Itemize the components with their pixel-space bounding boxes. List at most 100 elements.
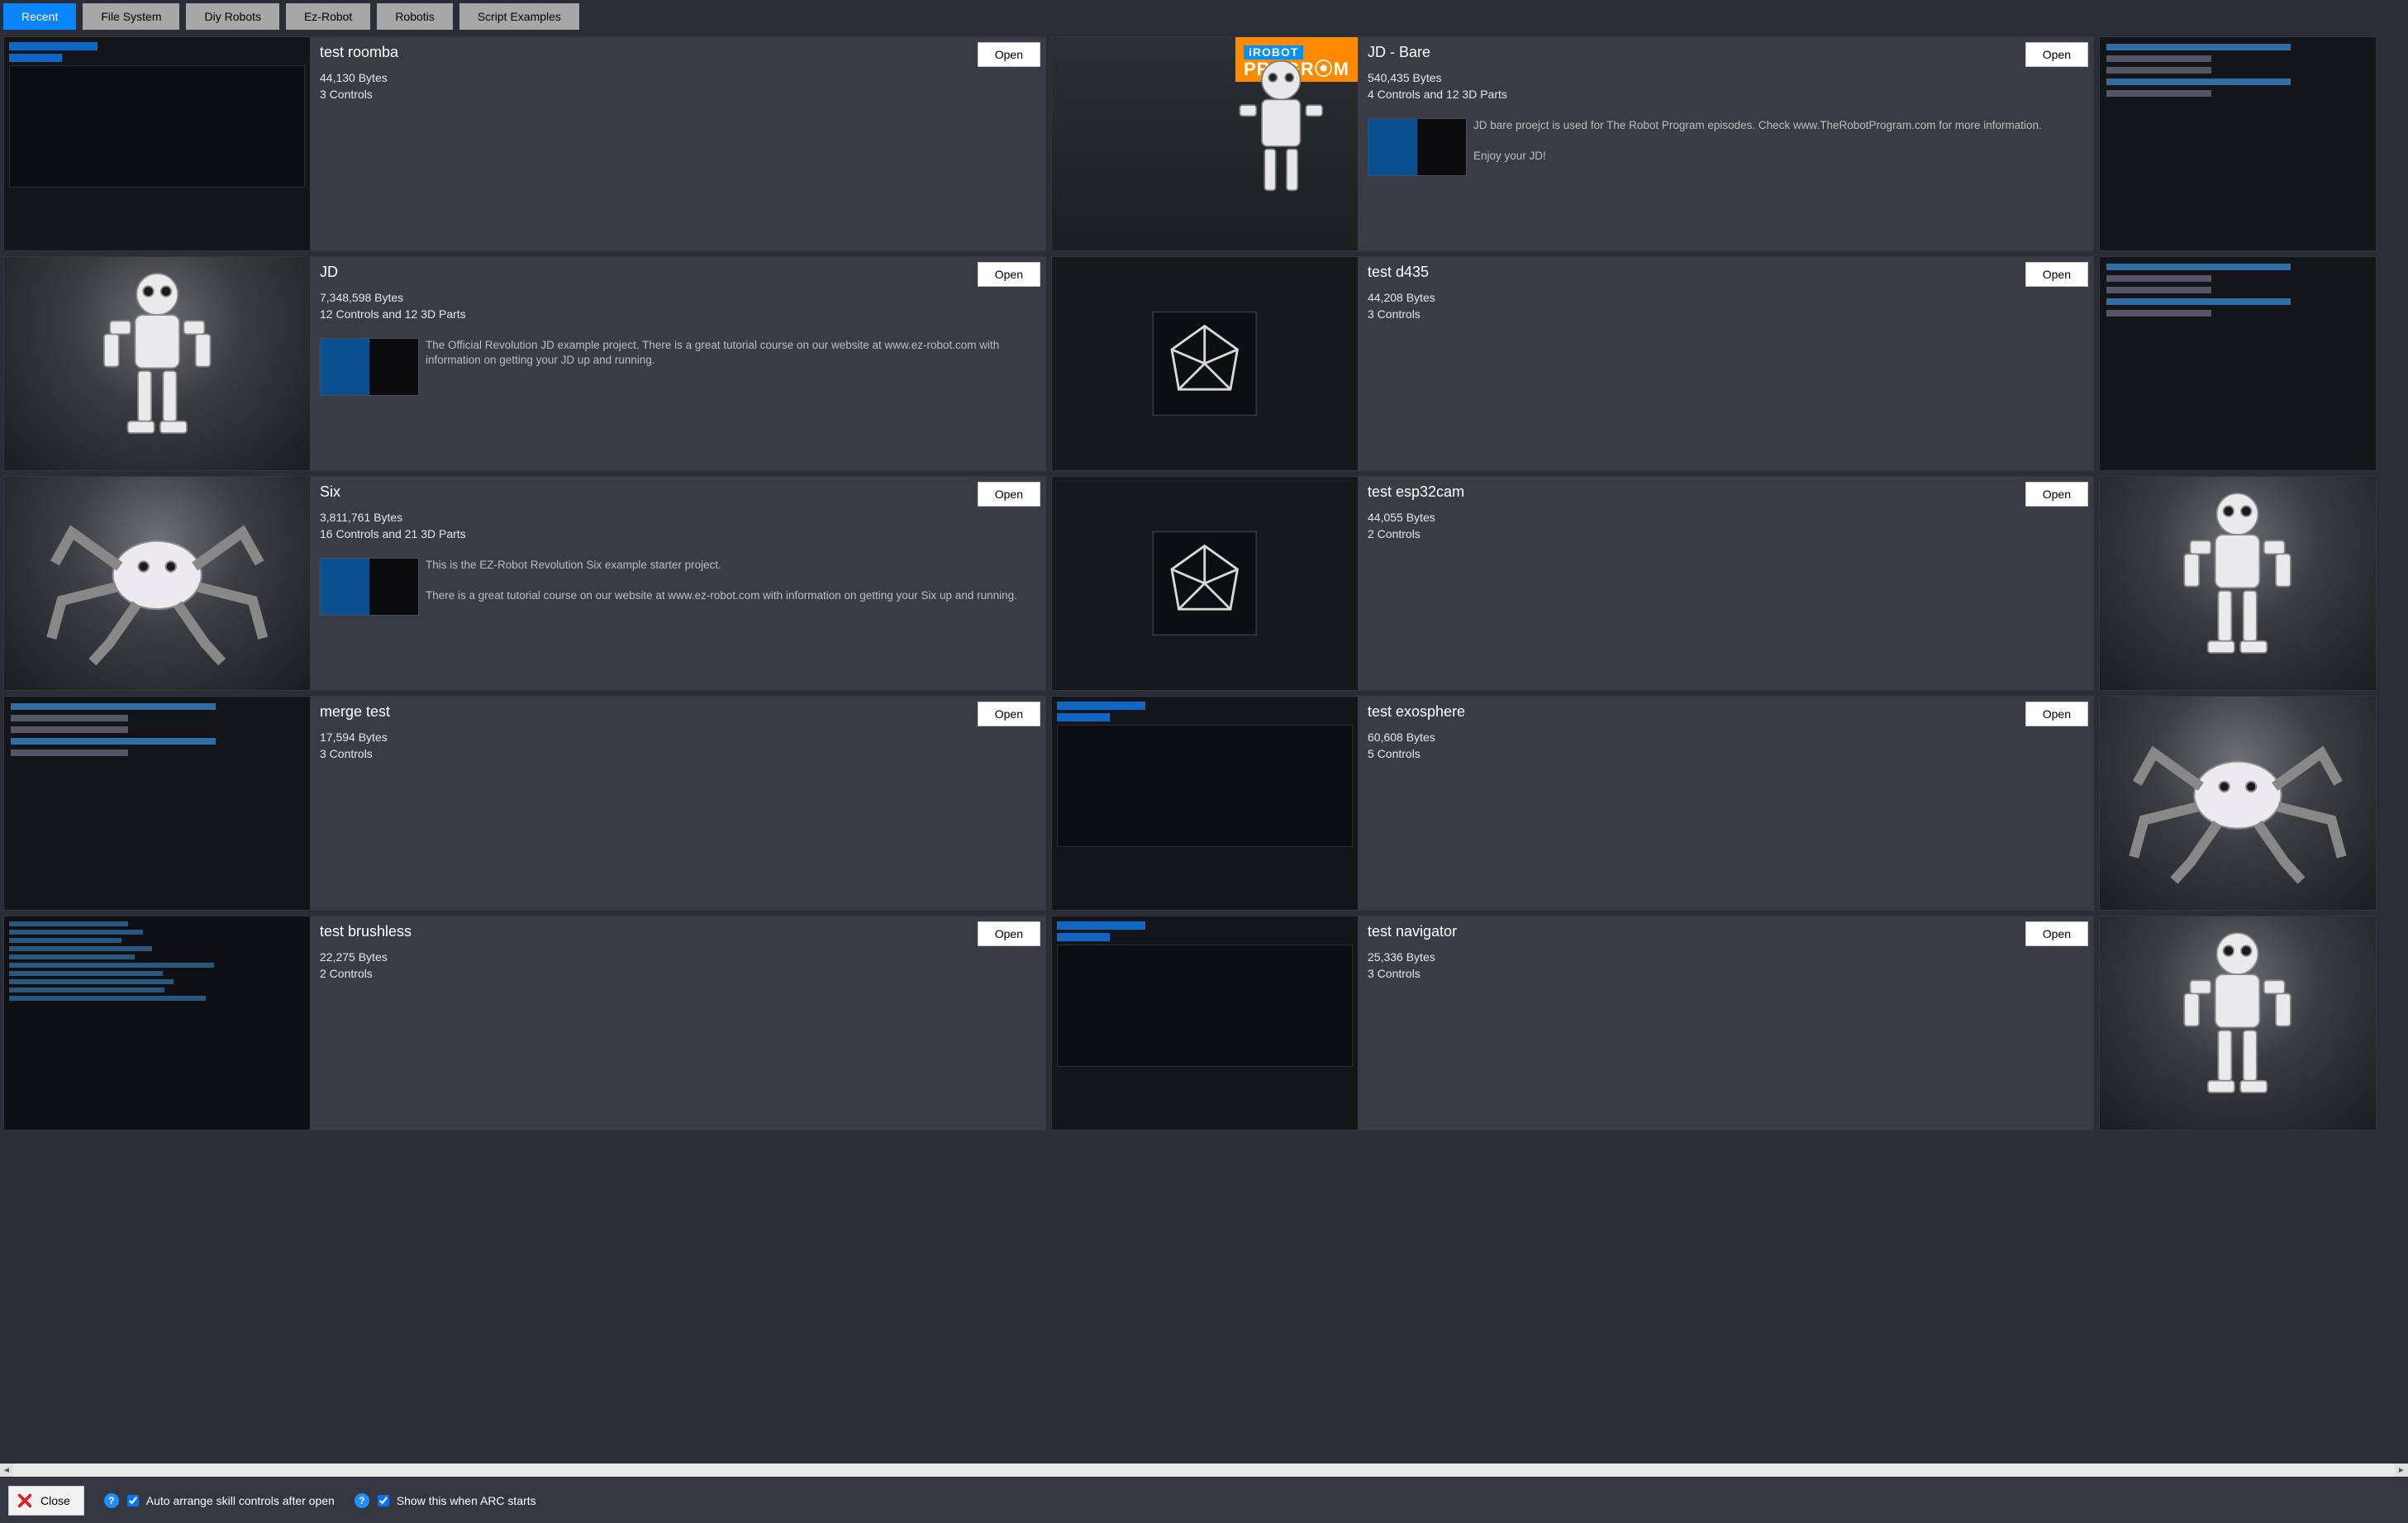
help-icon[interactable]: ? <box>355 1493 369 1508</box>
open-button[interactable]: Open <box>978 702 1040 726</box>
project-card[interactable]: test roomba 44,130 Bytes 3 Controls Open <box>3 36 1046 251</box>
project-size: 22,275 Bytes <box>320 949 1035 965</box>
footer-bar: Close ? Auto arrange skill controls afte… <box>0 1477 2408 1523</box>
project-controls: 5 Controls <box>1368 745 2083 762</box>
show-on-start-checkbox[interactable] <box>378 1495 389 1506</box>
project-title: test navigator <box>1368 923 2083 940</box>
help-icon[interactable]: ? <box>104 1493 119 1508</box>
project-thumbnail <box>2100 697 2376 910</box>
project-description: This is the EZ-Robot Revolution Six exam… <box>426 558 1017 605</box>
open-button[interactable]: Open <box>978 42 1040 67</box>
project-controls: 12 Controls and 12 3D Parts <box>320 306 1035 322</box>
project-info: Six 3,811,761 Bytes 16 Controls and 21 3… <box>310 477 1045 690</box>
project-size: 60,608 Bytes <box>1368 729 2083 745</box>
project-info: merge test 17,594 Bytes 3 Controls <box>310 697 1045 910</box>
option-show-on-start: ? Show this when ARC starts <box>355 1492 536 1509</box>
open-button[interactable]: Open <box>2025 921 2088 946</box>
open-button[interactable]: Open <box>2025 42 2088 67</box>
project-thumbnail: iROBOTPROGR⦿M <box>1052 37 1358 250</box>
project-card[interactable]: test d435 44,208 Bytes 3 Controls Open <box>1051 256 2094 471</box>
option-auto-arrange: ? Auto arrange skill controls after open <box>104 1492 335 1509</box>
open-button[interactable]: Open <box>2025 262 2088 287</box>
tab-diy-robots[interactable]: Diy Robots <box>186 3 278 30</box>
project-size: 540,435 Bytes <box>1368 69 2083 86</box>
tab-ez-robot[interactable]: Ez-Robot <box>286 3 370 30</box>
project-description: The Official Revolution JD example proje… <box>426 338 1035 369</box>
open-button[interactable]: Open <box>2025 482 2088 507</box>
close-label: Close <box>40 1494 70 1507</box>
project-thumbnail <box>1052 916 1358 1130</box>
project-title: Six <box>320 483 1035 501</box>
project-card[interactable]: JD 7,348,598 Bytes 12 Controls and 12 3D… <box>3 256 1046 471</box>
project-title: merge test <box>320 703 1035 721</box>
project-title: JD <box>320 264 1035 281</box>
open-button[interactable]: Open <box>978 482 1040 507</box>
project-card-partial[interactable] <box>2099 36 2377 251</box>
project-card[interactable]: Six 3,811,761 Bytes 16 Controls and 21 3… <box>3 476 1046 691</box>
project-controls: 3 Controls <box>1368 306 2083 322</box>
project-thumbnail <box>4 37 310 250</box>
project-size: 17,594 Bytes <box>320 729 1035 745</box>
open-button[interactable]: Open <box>978 921 1040 946</box>
project-card-partial[interactable] <box>2099 916 2377 1130</box>
project-description: JD bare proejct is used for The Robot Pr… <box>1473 118 2042 165</box>
project-title: test d435 <box>1368 264 2083 281</box>
project-thumbnail <box>2100 257 2376 470</box>
project-info: test navigator 25,336 Bytes 3 Controls <box>1358 916 2093 1130</box>
project-thumbnail <box>2100 916 2376 1130</box>
project-grid: test roomba 44,130 Bytes 3 Controls Open… <box>0 35 2408 1132</box>
scroll-right-arrow[interactable]: ► <box>2395 1464 2408 1477</box>
auto-arrange-checkbox[interactable] <box>127 1495 139 1506</box>
project-card[interactable]: iROBOTPROGR⦿M <box>1051 36 2094 251</box>
open-button[interactable]: Open <box>978 262 1040 287</box>
project-card-partial[interactable] <box>2099 476 2377 691</box>
description-thumbnail <box>320 558 419 616</box>
project-thumbnail <box>4 916 310 1130</box>
project-card[interactable]: merge test 17,594 Bytes 3 Controls Open <box>3 696 1046 911</box>
project-card[interactable]: test navigator 25,336 Bytes 3 Controls O… <box>1051 916 2094 1130</box>
project-info: JD 7,348,598 Bytes 12 Controls and 12 3D… <box>310 257 1045 470</box>
scroll-track[interactable] <box>13 1464 2395 1477</box>
scroll-area[interactable]: test roomba 44,130 Bytes 3 Controls Open… <box>0 35 2408 1464</box>
horizontal-scrollbar[interactable]: ◄ ► <box>0 1464 2408 1477</box>
project-title: JD - Bare <box>1368 44 2083 61</box>
close-x-icon <box>16 1492 34 1510</box>
project-thumbnail <box>1052 697 1358 910</box>
project-card[interactable]: test exosphere 60,608 Bytes 5 Controls O… <box>1051 696 2094 911</box>
project-size: 44,130 Bytes <box>320 69 1035 86</box>
project-card[interactable]: test esp32cam 44,055 Bytes 2 Controls Op… <box>1051 476 2094 691</box>
project-row: test brushless 22,275 Bytes 2 Controls O… <box>3 916 2405 1130</box>
project-info: test d435 44,208 Bytes 3 Controls <box>1358 257 2093 470</box>
project-row: JD 7,348,598 Bytes 12 Controls and 12 3D… <box>3 256 2405 471</box>
project-thumbnail <box>1052 257 1358 470</box>
project-thumbnail <box>2100 37 2376 250</box>
description-thumbnail <box>1368 118 1467 176</box>
project-card[interactable]: test brushless 22,275 Bytes 2 Controls O… <box>3 916 1046 1130</box>
tab-script-examples[interactable]: Script Examples <box>459 3 579 30</box>
project-thumbnail <box>1052 477 1358 690</box>
project-thumbnail <box>4 697 310 910</box>
project-info: test esp32cam 44,055 Bytes 2 Controls <box>1358 477 2093 690</box>
project-size: 25,336 Bytes <box>1368 949 2083 965</box>
description-thumbnail <box>320 338 419 396</box>
tab-recent[interactable]: Recent <box>3 3 76 30</box>
project-controls: 3 Controls <box>1368 965 2083 982</box>
tab-robotis[interactable]: Robotis <box>377 3 452 30</box>
project-row: merge test 17,594 Bytes 3 Controls Open … <box>3 696 2405 911</box>
project-info: test brushless 22,275 Bytes 2 Controls <box>310 916 1045 1130</box>
content-area: test roomba 44,130 Bytes 3 Controls Open… <box>0 35 2408 1477</box>
project-controls: 3 Controls <box>320 745 1035 762</box>
open-button[interactable]: Open <box>2025 702 2088 726</box>
project-row: Six 3,811,761 Bytes 16 Controls and 21 3… <box>3 476 2405 691</box>
tab-file-system[interactable]: File System <box>83 3 179 30</box>
project-info: test exosphere 60,608 Bytes 5 Controls <box>1358 697 2093 910</box>
project-row: test roomba 44,130 Bytes 3 Controls Open… <box>3 36 2405 251</box>
auto-arrange-label: Auto arrange skill controls after open <box>146 1494 335 1507</box>
project-title: test brushless <box>320 923 1035 940</box>
project-title: test roomba <box>320 44 1035 61</box>
project-card-partial[interactable] <box>2099 696 2377 911</box>
scroll-left-arrow[interactable]: ◄ <box>0 1464 13 1477</box>
close-button[interactable]: Close <box>8 1486 84 1516</box>
project-size: 7,348,598 Bytes <box>320 289 1035 306</box>
project-card-partial[interactable] <box>2099 256 2377 471</box>
